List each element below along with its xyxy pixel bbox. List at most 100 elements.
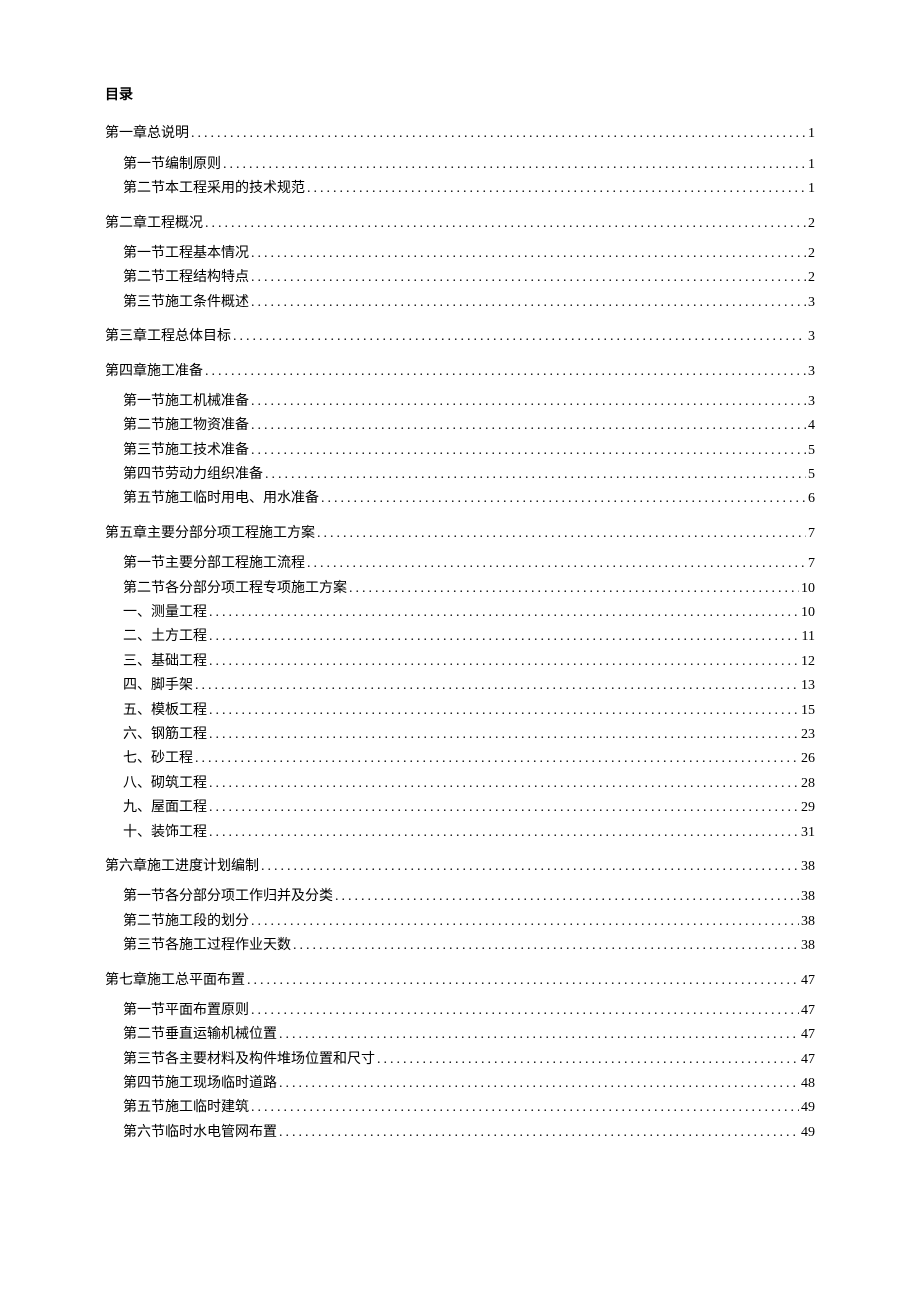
toc-leader-dots [251, 911, 799, 933]
toc-entry: 第一节施工机械准备3 [123, 391, 815, 413]
toc-entry-label: 第五节施工临时用电、用水准备 [123, 488, 319, 510]
toc-leader-dots [209, 724, 799, 746]
toc-leader-dots [307, 553, 806, 575]
toc-entry: 第一节编制原则 1 [123, 154, 815, 176]
toc-entry-label: 第二节本工程采用的技术规范 [123, 178, 305, 200]
toc-leader-dots [233, 326, 806, 348]
toc-entry-label: 五、模板工程 [123, 700, 207, 722]
toc-entry: 二、土方工程 11 [123, 626, 815, 648]
toc-leader-dots [279, 1122, 799, 1144]
toc-leader-dots [191, 123, 806, 145]
toc-leader-dots [209, 822, 799, 844]
toc-entry-label: 第四节劳动力组织准备 [123, 464, 263, 486]
toc-entry-label: 第二节工程结构特点 [123, 267, 249, 289]
toc-entry-label: 第一节编制原则 [123, 154, 221, 176]
toc-entry: 第一章总说明 1 [105, 123, 815, 145]
toc-entry-label: 第一节工程基本情况 [123, 243, 249, 265]
toc-leader-dots [251, 267, 806, 289]
toc-entry-page: 38 [801, 886, 815, 908]
toc-entry-label: 第五章主要分部分项工程施工方案 [105, 523, 315, 545]
toc-leader-dots [247, 970, 799, 992]
toc-leader-dots [317, 523, 806, 545]
toc-entry: 第一节工程基本情况 2 [123, 243, 815, 265]
toc-entry-label: 第一节主要分部工程施工流程 [123, 553, 305, 575]
toc-leader-dots [251, 1000, 799, 1022]
toc-entry: 第三章工程总体目标3 [105, 326, 815, 348]
toc-entry-page: 3 [808, 391, 815, 413]
toc-entry: 第二节本工程采用的技术规范1 [123, 178, 815, 200]
toc-leader-dots [251, 1097, 799, 1119]
toc-entry-label: 第三节施工条件概述 [123, 292, 249, 314]
toc-leader-dots [261, 856, 799, 878]
toc-leader-dots [251, 415, 806, 437]
toc-entry: 第五节施工临时用电、用水准备 6 [123, 488, 815, 510]
toc-entry: 一、测量工程10 [123, 602, 815, 624]
toc-entry: 六、钢筋工程23 [123, 724, 815, 746]
toc-leader-dots [349, 578, 799, 600]
toc-entry-page: 1 [808, 154, 815, 176]
toc-entry-label: 第三节施工技术准备 [123, 440, 249, 462]
toc-leader-dots [209, 797, 799, 819]
toc-entry-page: 31 [801, 822, 815, 844]
toc-entry-page: 10 [801, 578, 815, 600]
toc-entry: 九、屋面工程 29 [123, 797, 815, 819]
toc-entry-label: 二、土方工程 [123, 626, 207, 648]
toc-leader-dots [223, 154, 806, 176]
toc-entry: 八、砌筑工程 28 [123, 773, 815, 795]
toc-entry-label: 第五节施工临时建筑 [123, 1097, 249, 1119]
toc-entry: 第七章施工总平面布置 47 [105, 970, 815, 992]
toc-entry-page: 29 [801, 797, 815, 819]
toc-leader-dots [209, 602, 799, 624]
toc-entry-page: 3 [808, 361, 815, 383]
toc-entry-label: 八、砌筑工程 [123, 773, 207, 795]
toc-entry-label: 十、装饰工程 [123, 822, 207, 844]
toc-entry-page: 1 [808, 123, 815, 145]
toc-entry: 第三节各施工过程作业天数38 [123, 935, 815, 957]
toc-entry: 第二节工程结构特点 2 [123, 267, 815, 289]
toc-entry-page: 47 [801, 1024, 815, 1046]
toc-entry: 第六节临时水电管网布置49 [123, 1122, 815, 1144]
toc-entry-page: 2 [808, 267, 815, 289]
toc-entry-page: 5 [808, 464, 815, 486]
toc-entry-page: 13 [801, 675, 815, 697]
toc-entry: 第六章施工进度计划编制38 [105, 856, 815, 878]
toc-entry-page: 47 [801, 970, 815, 992]
toc-entry-page: 7 [808, 553, 815, 575]
toc-entry: 三、基础工程12 [123, 651, 815, 673]
toc-entry: 第二节施工物资准备4 [123, 415, 815, 437]
toc-entry-page: 28 [801, 773, 815, 795]
toc-entry-page: 38 [801, 911, 815, 933]
toc-leader-dots [251, 243, 806, 265]
toc-entry-page: 2 [808, 243, 815, 265]
toc-entry-label: 第一章总说明 [105, 123, 189, 145]
toc-entry-label: 三、基础工程 [123, 651, 207, 673]
toc-entry-page: 38 [801, 856, 815, 878]
toc-entry: 第四章施工准备3 [105, 361, 815, 383]
toc-entry-label: 七、砂工程 [123, 748, 193, 770]
toc-leader-dots [209, 700, 799, 722]
toc-entry-label: 第四节施工现场临时道路 [123, 1073, 277, 1095]
toc-leader-dots [205, 213, 806, 235]
toc-entry: 第四节施工现场临时道路 48 [123, 1073, 815, 1095]
toc-leader-dots [321, 488, 806, 510]
toc-entry-page: 49 [801, 1097, 815, 1119]
toc-leader-dots [251, 391, 806, 413]
toc-entry-page: 6 [808, 488, 815, 510]
toc-leader-dots [251, 440, 806, 462]
toc-entry-label: 第七章施工总平面布置 [105, 970, 245, 992]
toc-entry-page: 48 [801, 1073, 815, 1095]
toc-entry-page: 2 [808, 213, 815, 235]
toc-entry-page: 7 [808, 523, 815, 545]
toc-entry-page: 47 [801, 1000, 815, 1022]
toc-entry-label: 第六节临时水电管网布置 [123, 1122, 277, 1144]
toc-entry-page: 11 [802, 626, 815, 648]
toc-entry: 第二节垂直运输机械位置 47 [123, 1024, 815, 1046]
toc-entry-label: 九、屋面工程 [123, 797, 207, 819]
toc-entry: 第一节平面布置原则47 [123, 1000, 815, 1022]
toc-entry-label: 第二节垂直运输机械位置 [123, 1024, 277, 1046]
toc-entry-label: 四、脚手架 [123, 675, 193, 697]
toc-leader-dots [279, 1024, 799, 1046]
toc-leader-dots [209, 651, 799, 673]
toc-entry-label: 第二节施工物资准备 [123, 415, 249, 437]
toc-entry-page: 10 [801, 602, 815, 624]
